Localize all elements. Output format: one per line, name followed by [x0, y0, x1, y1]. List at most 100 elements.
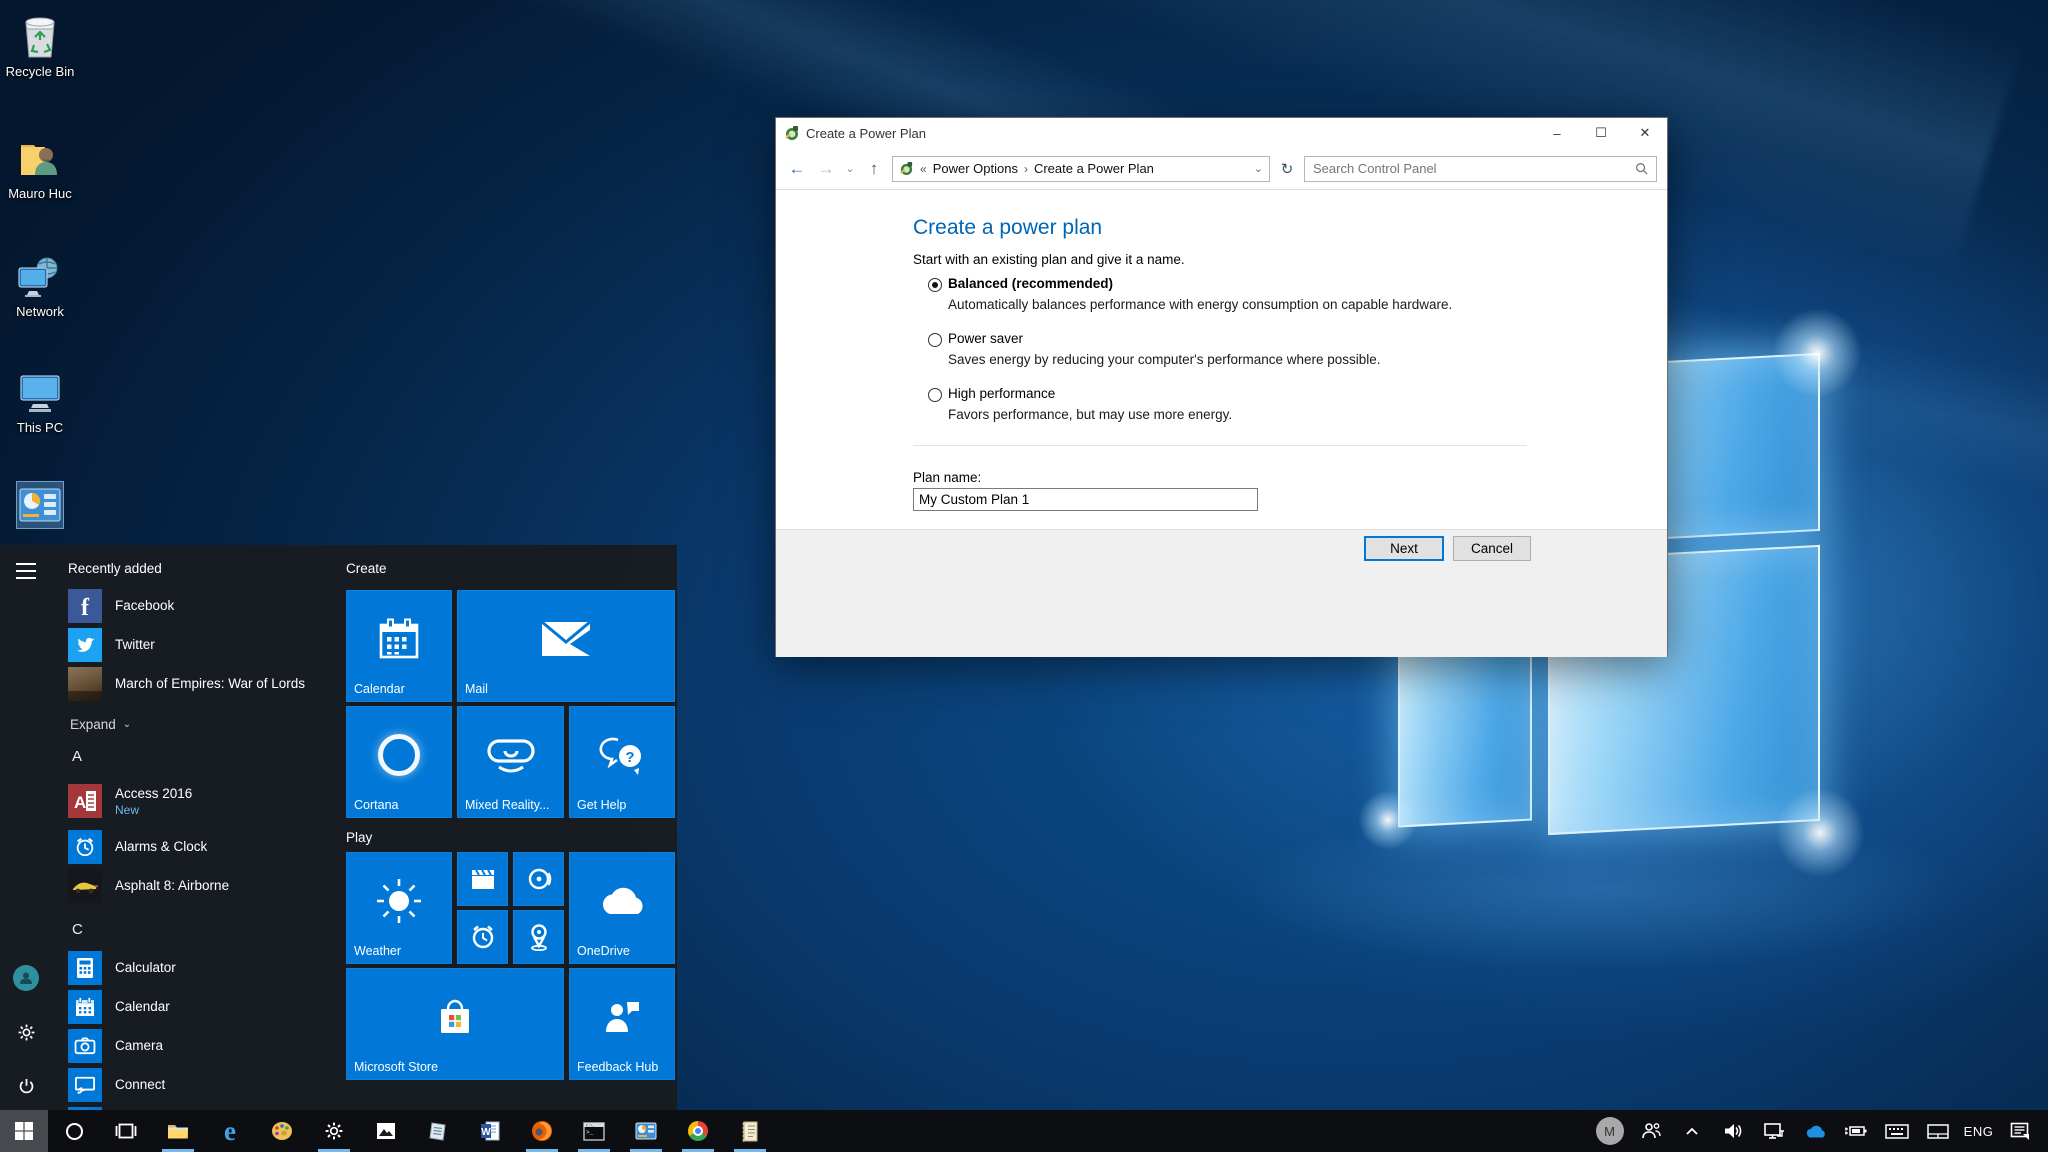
app-item-calendar[interactable]: Calendar — [68, 987, 333, 1026]
plan-name-input[interactable] — [913, 488, 1258, 511]
radio-power-saver-label[interactable]: Power saver — [948, 331, 1023, 346]
taskbar-edge-button[interactable]: e — [204, 1110, 256, 1152]
back-button[interactable]: ← — [786, 159, 808, 179]
window-titlebar[interactable]: Create a Power Plan – ☐ ✕ — [776, 118, 1667, 148]
radio-balanced[interactable] — [928, 278, 942, 292]
hamburger-menu-icon[interactable] — [16, 563, 36, 579]
minimize-button[interactable]: – — [1535, 118, 1579, 148]
breadcrumb-create-power-plan[interactable]: Create a Power Plan — [1034, 161, 1154, 176]
tile-microsoft-store[interactable]: Microsoft Store — [346, 968, 564, 1080]
tray-user-button[interactable]: M — [1591, 1110, 1628, 1152]
tray-touch-keyboard-button[interactable] — [1878, 1110, 1915, 1152]
action-center-icon — [2010, 1122, 2030, 1140]
app-item-twitter[interactable]: Twitter — [68, 625, 333, 664]
taskbar-settings-button[interactable] — [308, 1110, 360, 1152]
tile-small-alarms[interactable] — [457, 910, 508, 964]
breadcrumb-chevrons[interactable]: « — [920, 162, 927, 176]
user-account-button[interactable] — [13, 965, 39, 991]
camera-icon — [68, 1029, 102, 1063]
tray-people-button[interactable] — [1632, 1110, 1669, 1152]
this-pc-icon — [17, 370, 63, 416]
new-badge: New — [115, 803, 192, 817]
taskbar-firefox-button[interactable] — [516, 1110, 568, 1152]
control-panel-search[interactable]: Search Control Panel — [1304, 156, 1657, 182]
settings-button[interactable] — [13, 1019, 39, 1045]
up-button[interactable]: ↑ — [863, 159, 885, 179]
tray-battery-button[interactable] — [1837, 1110, 1874, 1152]
history-dropdown-icon[interactable]: ⌄ — [844, 162, 856, 175]
tray-volume-button[interactable] — [1714, 1110, 1751, 1152]
close-button[interactable]: ✕ — [1623, 118, 1667, 148]
taskbar-file-explorer-button[interactable] — [152, 1110, 204, 1152]
app-item-calculator[interactable]: Calculator — [68, 948, 333, 987]
taskbar-command-prompt-button[interactable]: C:\_>_ — [568, 1110, 620, 1152]
network-monitor-icon — [1763, 1122, 1785, 1140]
breadcrumb[interactable]: « Power Options › Create a Power Plan ⌄ — [892, 156, 1270, 182]
app-item-asphalt-8[interactable]: Asphalt 8: Airborne — [68, 866, 333, 905]
power-plan-window-icon — [784, 125, 800, 141]
taskbar-notepad-button[interactable] — [724, 1110, 776, 1152]
app-item-connect[interactable]: Connect — [68, 1065, 333, 1104]
taskbar-paint-button[interactable] — [256, 1110, 308, 1152]
tile-cortana[interactable]: Cortana — [346, 706, 452, 818]
tray-onedrive-button[interactable] — [1796, 1110, 1833, 1152]
radio-balanced-label[interactable]: Balanced (recommended) — [948, 276, 1113, 291]
desktop-icon-control-panel[interactable] — [2, 482, 78, 528]
tile-onedrive[interactable]: OneDrive — [569, 852, 675, 964]
app-item-access-2016[interactable]: A Access 2016 New — [68, 775, 333, 827]
next-button[interactable]: Next — [1364, 536, 1444, 561]
section-letter-c[interactable]: C — [72, 921, 333, 938]
desktop-icon-network[interactable]: Network — [2, 254, 78, 320]
people-icon — [1641, 1122, 1661, 1140]
breadcrumb-power-options[interactable]: Power Options — [933, 161, 1018, 176]
desktop-icon-this-pc[interactable]: This PC — [2, 370, 78, 436]
taskbar-task-view-button[interactable] — [100, 1110, 152, 1152]
tile-get-help[interactable]: ? Get Help — [569, 706, 675, 818]
taskbar-cortana-button[interactable] — [48, 1110, 100, 1152]
tile-small-maps[interactable] — [513, 910, 564, 964]
section-letter-a[interactable]: A — [72, 748, 333, 765]
tray-action-center-button[interactable] — [2001, 1110, 2038, 1152]
start-button[interactable] — [0, 1110, 48, 1152]
app-item-facebook[interactable]: f Facebook — [68, 586, 333, 625]
tile-group-create: Create — [346, 561, 677, 576]
radio-high-performance-label[interactable]: High performance — [948, 386, 1055, 401]
tray-show-hidden-icons-button[interactable] — [1673, 1110, 1710, 1152]
search-icon — [1635, 162, 1648, 175]
app-item-camera[interactable]: Camera — [68, 1026, 333, 1065]
tile-small-groove-music[interactable] — [513, 852, 564, 906]
tray-network-button[interactable] — [1755, 1110, 1792, 1152]
cancel-button[interactable]: Cancel — [1453, 536, 1531, 561]
taskbar-chrome-button[interactable] — [672, 1110, 724, 1152]
radio-power-saver[interactable] — [928, 333, 942, 347]
create-power-plan-window: Create a Power Plan – ☐ ✕ ← → ⌄ ↑ « Powe… — [775, 117, 1668, 657]
tile-weather[interactable]: Weather — [346, 852, 452, 964]
tray-language-indicator[interactable]: ENG — [1960, 1110, 1997, 1152]
taskbar-word-button[interactable]: W — [464, 1110, 516, 1152]
maximize-button[interactable]: ☐ — [1579, 118, 1623, 148]
refresh-button[interactable]: ↻ — [1277, 160, 1297, 178]
connect-icon — [68, 1068, 102, 1102]
address-dropdown-icon[interactable]: ⌄ — [1254, 162, 1263, 175]
desktop-icon-label: Network — [16, 304, 64, 320]
expand-toggle[interactable]: Expand ⌄ — [70, 717, 333, 732]
tray-touchpad-button[interactable] — [1919, 1110, 1956, 1152]
app-item-alarms-clock[interactable]: Alarms & Clock — [68, 827, 333, 866]
taskbar-wordpad-button[interactable] — [412, 1110, 464, 1152]
radio-high-performance[interactable] — [928, 388, 942, 402]
forward-button[interactable]: → — [815, 159, 837, 179]
desktop-icon-user-folder[interactable]: Mauro Huc — [2, 136, 78, 202]
tile-feedback-hub[interactable]: Feedback Hub — [569, 968, 675, 1080]
desktop-icon-recycle-bin[interactable]: Recycle Bin — [2, 14, 78, 80]
chevron-down-icon: ⌄ — [123, 719, 131, 730]
taskbar-photos-button[interactable] — [360, 1110, 412, 1152]
tile-mixed-reality[interactable]: Mixed Reality... — [457, 706, 564, 818]
tile-small-movies-tv[interactable] — [457, 852, 508, 906]
tile-mail[interactable]: Mail — [457, 590, 675, 702]
radio-high-performance-desc: Favors performance, but may use more ene… — [948, 407, 1232, 422]
tile-calendar[interactable]: Calendar — [346, 590, 452, 702]
app-item-march-of-empires[interactable]: March of Empires: War of Lords — [68, 664, 333, 703]
file-explorer-icon — [167, 1122, 189, 1140]
taskbar-control-panel-button[interactable] — [620, 1110, 672, 1152]
power-button[interactable] — [13, 1073, 39, 1099]
